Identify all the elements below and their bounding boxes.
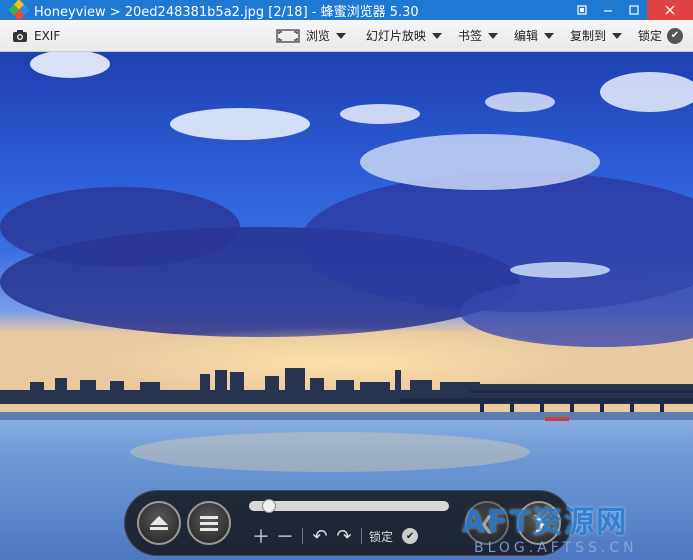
eject-button[interactable] <box>137 501 181 545</box>
window-controls <box>569 0 693 20</box>
slideshow-label: 幻灯片放映 <box>365 29 426 43</box>
window-title: Honeyview > 20ed248381b5a2.jpg [2/18] - … <box>34 4 419 20</box>
checkmark-icon: ✔ <box>667 27 683 44</box>
seek-slider-handle[interactable] <box>262 499 276 513</box>
eject-icon <box>150 516 168 530</box>
watermark-sub-text: BLOG.AFTSS.CN <box>474 540 638 556</box>
zoom-in-icon[interactable]: ＋ <box>249 525 273 548</box>
copy-to-label: 复制到 <box>569 29 606 43</box>
controls-row: ＋ － ↶ ↷ 锁定 ✔ <box>249 525 419 548</box>
lock-label[interactable]: 锁定 <box>369 528 393 545</box>
zoom-out-icon[interactable]: － <box>273 525 297 548</box>
image-viewport[interactable] <box>0 52 693 560</box>
browse-label: 浏览 <box>305 29 330 43</box>
bookmark-menu[interactable]: 书签 <box>452 20 504 52</box>
fullscreen-icon <box>276 28 300 43</box>
chevron-down-icon <box>335 32 346 39</box>
restore-down-icon[interactable] <box>569 0 595 20</box>
divider <box>361 528 362 544</box>
close-icon[interactable] <box>647 0 693 20</box>
toolbar: EXIF 浏览 幻灯片放映 书签 编辑 复制到 锁定 ✔ <box>0 20 693 52</box>
bookmark-label: 书签 <box>457 29 482 43</box>
exif-button[interactable]: EXIF <box>0 20 66 52</box>
honeyview-app-icon <box>8 0 30 21</box>
maximize-icon[interactable] <box>621 0 647 20</box>
chevron-down-icon <box>543 32 554 39</box>
camera-icon <box>13 29 27 42</box>
lock-toggle[interactable]: 锁定 ✔ <box>632 20 693 52</box>
chevron-down-icon <box>487 32 498 39</box>
lock-label: 锁定 <box>637 29 662 43</box>
menu-icon <box>200 516 218 531</box>
watermark-main-text: AFT资源网 <box>462 505 629 540</box>
seek-slider[interactable] <box>249 499 449 513</box>
minimize-icon[interactable] <box>595 0 621 20</box>
edit-label: 编辑 <box>513 29 538 43</box>
city-river-photo <box>0 52 693 560</box>
rotate-right-icon[interactable]: ↷ <box>332 525 356 547</box>
checkmark-icon[interactable]: ✔ <box>402 528 419 544</box>
chevron-down-icon <box>611 32 622 39</box>
watermark: AFT资源网 BLOG.AFTSS.CN <box>448 506 693 560</box>
copy-to-menu[interactable]: 复制到 <box>564 20 628 52</box>
edit-menu[interactable]: 编辑 <box>508 20 560 52</box>
exif-label: EXIF <box>34 28 61 43</box>
divider <box>302 528 303 544</box>
slideshow-menu[interactable]: 幻灯片放映 <box>360 20 448 52</box>
chevron-down-icon <box>431 32 442 39</box>
title-bar: Honeyview > 20ed248381b5a2.jpg [2/18] - … <box>0 0 693 21</box>
menu-button[interactable] <box>187 501 231 545</box>
rotate-left-icon[interactable]: ↶ <box>308 525 332 547</box>
browse-menu[interactable]: 浏览 <box>270 20 352 52</box>
